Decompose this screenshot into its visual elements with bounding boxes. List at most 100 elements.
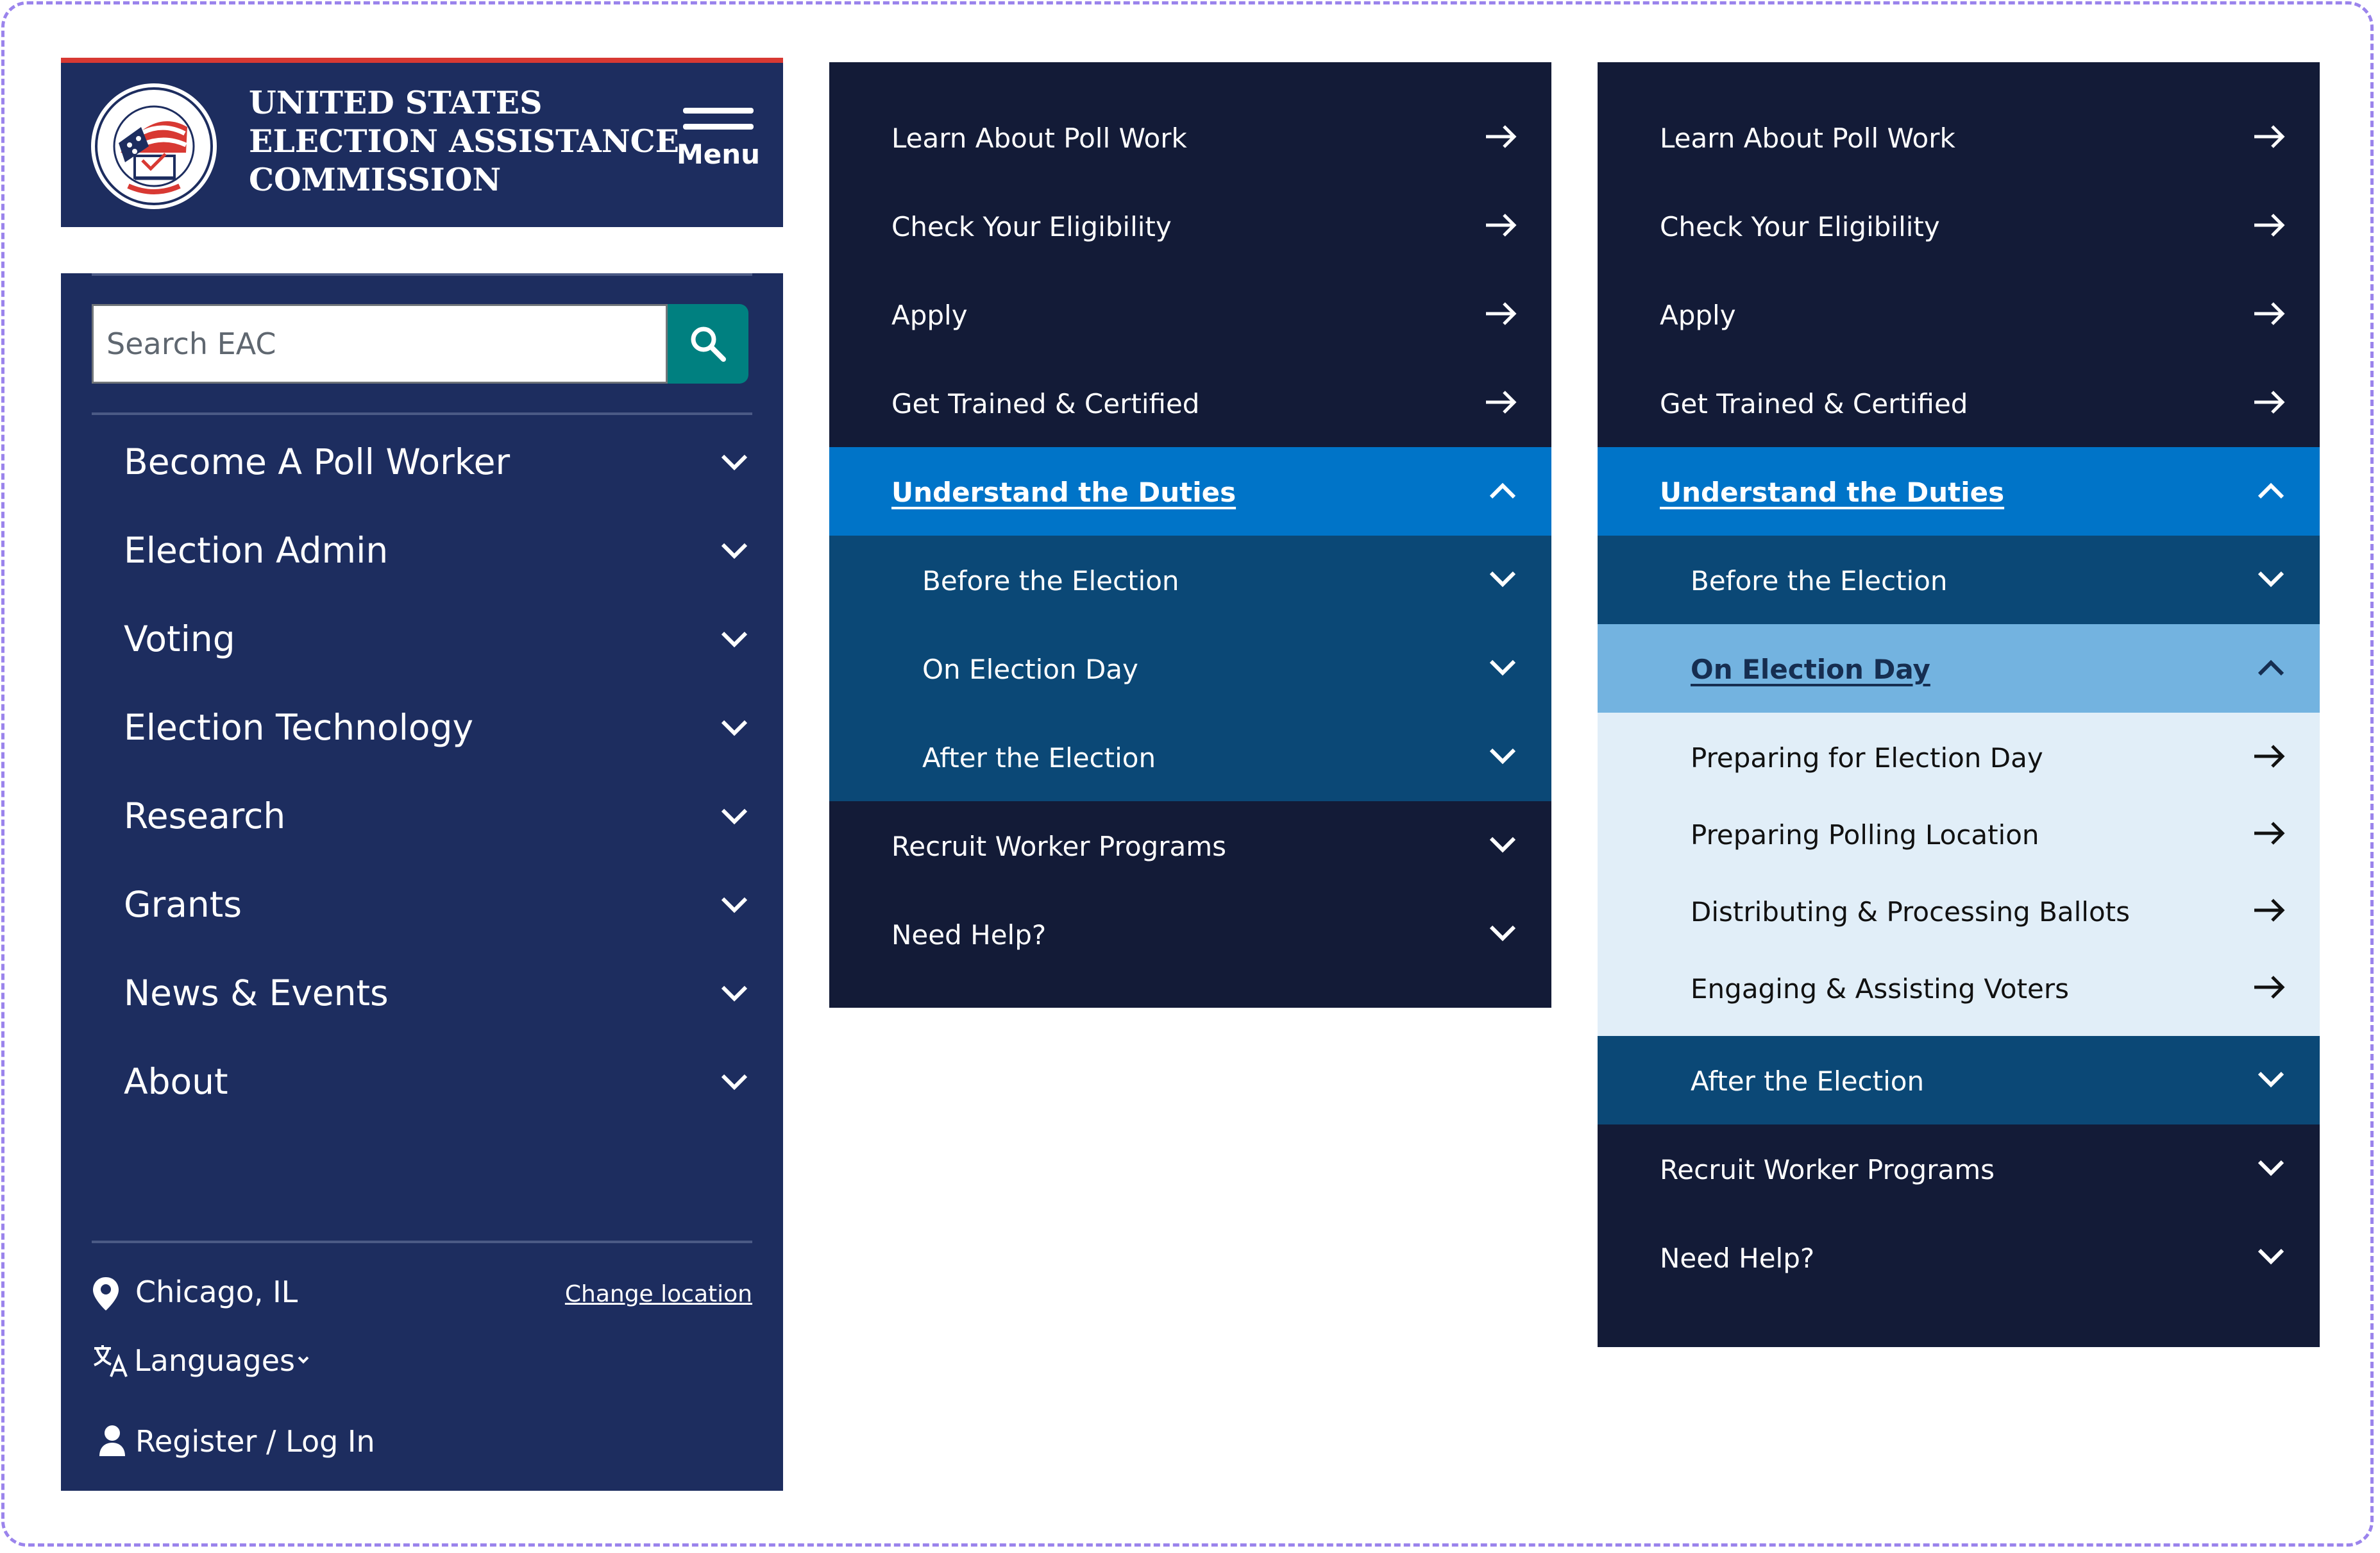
- nav-item-label: Research: [124, 795, 286, 836]
- nav-item-research[interactable]: Research: [61, 771, 783, 860]
- nav-item-become-a-poll-worker[interactable]: Become A Poll Worker: [61, 417, 783, 505]
- submenu-panel-expanded: Learn About Poll Work Check Your Eligibi…: [1598, 62, 2320, 1347]
- submenu-item-recruit-worker-programs[interactable]: Recruit Worker Programs: [1598, 1124, 2320, 1213]
- link-preparing-polling-location[interactable]: Preparing Polling Location: [1598, 797, 2320, 874]
- submenu-item-label: Recruit Worker Programs: [891, 831, 1227, 862]
- submenu-item-label: Learn About Poll Work: [891, 123, 1187, 154]
- search-input[interactable]: [94, 306, 666, 382]
- arrow-right-icon: [2254, 214, 2285, 237]
- chevron-down-icon: [721, 720, 748, 736]
- chevron-down-icon: [1489, 925, 1516, 942]
- link-engaging-assisting-voters[interactable]: Engaging & Assisting Voters: [1598, 951, 2320, 1028]
- submenu-item-get-trained[interactable]: Get Trained & Certified: [1598, 359, 2320, 447]
- user-icon: [99, 1425, 125, 1456]
- submenu-item-check-your-eligibility[interactable]: Check Your Eligibility: [829, 182, 1551, 270]
- submenu-item-learn-about-poll-work[interactable]: Learn About Poll Work: [829, 93, 1551, 182]
- map-pin-icon: [93, 1277, 119, 1311]
- submenu-item-after-the-election[interactable]: After the Election: [829, 713, 1551, 801]
- submenu-item-label: On Election Day: [1691, 654, 1930, 685]
- submenu-item-label: Learn About Poll Work: [1660, 123, 1955, 154]
- nav-item-about[interactable]: About: [61, 1037, 783, 1125]
- submenu-item-label: Need Help?: [891, 919, 1047, 951]
- submenu-item-label: Before the Election: [1691, 565, 1948, 597]
- agency-name[interactable]: UNITED STATES ELECTION ASSISTANCE COMMIS…: [249, 83, 679, 199]
- chevron-down-icon: [1489, 836, 1516, 853]
- chevron-down-icon: [721, 808, 748, 825]
- hamburger-icon: [683, 108, 754, 114]
- nav-item-label: Election Technology: [124, 707, 474, 748]
- link-label: Preparing for Election Day: [1691, 742, 2043, 774]
- chevron-down-icon: [1489, 659, 1516, 676]
- submenu-item-label: Understand the Duties: [891, 477, 1236, 508]
- submenu-item-label: Check Your Eligibility: [891, 211, 1172, 242]
- submenu-item-label: Understand the Duties: [1660, 477, 2005, 508]
- submenu-item-label: After the Election: [1691, 1065, 1925, 1097]
- submenu-item-get-trained[interactable]: Get Trained & Certified: [829, 359, 1551, 447]
- nav-item-election-admin[interactable]: Election Admin: [61, 505, 783, 594]
- arrow-right-icon: [1486, 302, 1517, 325]
- submenu-item-label: Apply: [891, 300, 968, 331]
- submenu-item-label: Recruit Worker Programs: [1660, 1154, 1995, 1185]
- submenu-item-label: On Election Day: [922, 654, 1138, 685]
- submenu-item-after-the-election[interactable]: After the Election: [1598, 1036, 2320, 1124]
- arrow-right-icon: [2254, 302, 2285, 325]
- submenu-item-check-your-eligibility[interactable]: Check Your Eligibility: [1598, 182, 2320, 270]
- submenu-item-recruit-worker-programs[interactable]: Recruit Worker Programs: [829, 801, 1551, 890]
- site-header: UNITED STATES ELECTION ASSISTANCE COMMIS…: [61, 58, 783, 227]
- arrow-right-icon: [2254, 391, 2285, 414]
- submenu-item-apply[interactable]: Apply: [1598, 270, 2320, 359]
- link-distributing-processing-ballots[interactable]: Distributing & Processing Ballots: [1598, 874, 2320, 951]
- submenu-item-understand-the-duties[interactable]: Understand the Duties: [829, 447, 1551, 536]
- languages-label: Languages: [134, 1343, 295, 1378]
- submenu-item-on-election-day[interactable]: On Election Day: [829, 624, 1551, 713]
- submenu-item-before-the-election[interactable]: Before the Election: [1598, 536, 2320, 624]
- agency-line-1: UNITED STATES: [249, 84, 543, 121]
- election-day-links: Preparing for Election Day Preparing Pol…: [1598, 713, 2320, 1036]
- submenu-item-label: Check Your Eligibility: [1660, 211, 1940, 242]
- chevron-up-icon: [1489, 482, 1516, 499]
- agency-line-2: ELECTION ASSISTANCE: [249, 123, 680, 160]
- submenu-item-label: Before the Election: [922, 565, 1179, 597]
- languages-selector[interactable]: Languages: [92, 1339, 477, 1384]
- submenu-item-before-the-election[interactable]: Before the Election: [829, 536, 1551, 624]
- nav-item-news-events[interactable]: News & Events: [61, 948, 783, 1037]
- link-label: Distributing & Processing Ballots: [1691, 896, 2131, 928]
- chevron-down-icon: [2258, 1071, 2284, 1088]
- link-preparing-for-election-day[interactable]: Preparing for Election Day: [1598, 720, 2320, 797]
- nav-item-label: About: [124, 1061, 228, 1102]
- arrow-right-icon: [2254, 899, 2285, 922]
- submenu-item-label: Get Trained & Certified: [1660, 388, 1968, 420]
- nav-item-label: Election Admin: [124, 530, 389, 571]
- arrow-right-icon: [2254, 125, 2285, 148]
- link-label: Preparing Polling Location: [1691, 819, 2039, 851]
- search-button[interactable]: [668, 304, 748, 384]
- submenu-item-apply[interactable]: Apply: [829, 270, 1551, 359]
- chevron-up-icon: [2258, 659, 2284, 676]
- submenu-item-need-help[interactable]: Need Help?: [1598, 1213, 2320, 1302]
- chevron-down-icon: [2258, 571, 2284, 588]
- chevron-down-icon: [721, 631, 748, 648]
- menu-button[interactable]: Menu: [673, 108, 763, 191]
- change-location-link[interactable]: Change location: [565, 1281, 752, 1307]
- agency-line-3: COMMISSION: [249, 161, 502, 198]
- submenu-panel-collapsed: Learn About Poll Work Check Your Eligibi…: [829, 62, 1551, 1008]
- chevron-down-icon: [1489, 571, 1516, 588]
- submenu-item-label: Get Trained & Certified: [891, 388, 1200, 420]
- nav-item-election-technology[interactable]: Election Technology: [61, 683, 783, 771]
- location-city: Chicago, IL: [135, 1275, 298, 1309]
- main-nav-list: Become A Poll Worker Election Admin Voti…: [61, 417, 783, 1125]
- chevron-down-icon: [721, 454, 748, 471]
- divider: [92, 412, 752, 415]
- submenu-item-label: Apply: [1660, 300, 1736, 331]
- eac-seal-logo[interactable]: [90, 82, 218, 210]
- nav-item-grants[interactable]: Grants: [61, 860, 783, 948]
- submenu-item-label: Need Help?: [1660, 1243, 1815, 1274]
- register-login-link[interactable]: Register / Log In: [92, 1420, 477, 1465]
- divider: [92, 1241, 752, 1243]
- submenu-item-on-election-day[interactable]: On Election Day: [1598, 624, 2320, 713]
- submenu-item-understand-the-duties[interactable]: Understand the Duties: [1598, 447, 2320, 536]
- submenu-item-need-help[interactable]: Need Help?: [829, 890, 1551, 978]
- nav-item-voting[interactable]: Voting: [61, 594, 783, 683]
- search-box: [92, 304, 668, 384]
- submenu-item-learn-about-poll-work[interactable]: Learn About Poll Work: [1598, 93, 2320, 182]
